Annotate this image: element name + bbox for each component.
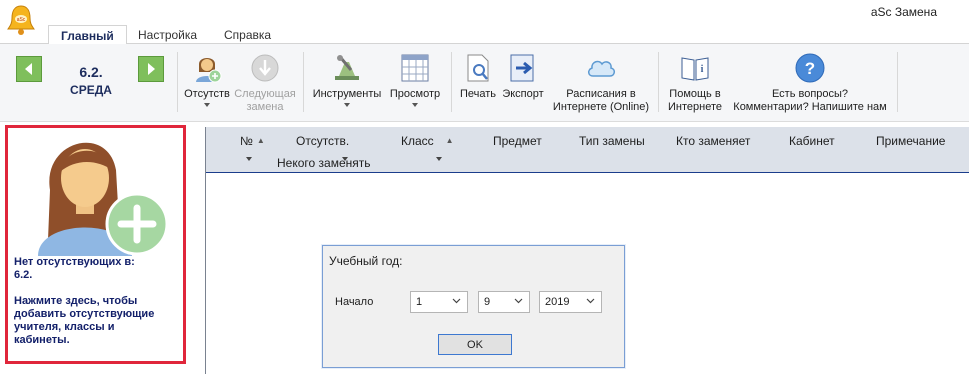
start-day-select[interactable]: 1 — [410, 291, 468, 313]
view-label: Просмотр — [389, 88, 441, 100]
ribbon-separator — [897, 52, 898, 112]
chevron-down-icon — [514, 298, 523, 304]
tab-settings[interactable]: Настройка — [126, 25, 209, 45]
tab-main[interactable]: Главный — [48, 25, 127, 45]
sort-asc-icon: ▲ — [256, 136, 265, 145]
no-absentees-message: Нет отсутствующих в: 6.2. — [14, 256, 179, 282]
svg-text:?: ? — [805, 59, 815, 78]
arrow-down-circle-icon — [251, 54, 279, 82]
ribbon-separator — [177, 52, 178, 112]
no-absentees-date: 6.2. — [14, 269, 33, 281]
online-label-1: Расписания в — [566, 88, 636, 100]
feedback-label-1: Есть вопросы? — [771, 88, 849, 100]
question-icon: ? — [795, 53, 825, 83]
export-button[interactable]: Экспорт — [500, 52, 546, 101]
online-help-label-1: Помощь в — [669, 88, 721, 100]
start-day-value: 1 — [416, 296, 423, 308]
feedback-button[interactable]: ? Есть вопросы? Комментарии? Напишите на… — [728, 52, 892, 114]
print-label: Печать — [459, 88, 497, 100]
next-day-button[interactable] — [138, 56, 164, 82]
svg-text:i: i — [701, 64, 704, 75]
tools-button[interactable]: Инструменты — [310, 52, 384, 107]
start-year-value: 2019 — [545, 296, 570, 308]
add-absentees-panel[interactable]: Нет отсутствующих в: 6.2. Нажмите здесь,… — [5, 125, 186, 364]
no-one-to-replace-label: Некого заменять — [277, 156, 371, 170]
next-substitution-label-2: замена — [246, 101, 284, 113]
print-preview-icon — [467, 54, 489, 82]
next-substitution-button[interactable]: Следующая замена — [233, 52, 297, 114]
ribbon-tab-bar: Главный Настройка Справка — [0, 22, 969, 45]
school-year-dialog: Учебный год: Начало 1 9 2019 OK — [322, 245, 625, 368]
substitutions-grid-header: № ▲ Отсутств. Класс ▲ Предмет Тип замены К… — [206, 127, 969, 173]
feedback-label-2: Комментарии? Напишите нам — [733, 101, 887, 113]
title-bar: aSc Замена — [0, 0, 969, 22]
cloud-icon — [588, 60, 615, 77]
window-title: aSc Замена — [870, 5, 937, 19]
start-month-select[interactable]: 9 — [478, 291, 530, 313]
view-button[interactable]: Просмотр — [385, 52, 445, 107]
online-help-button[interactable]: i Помощь в Интернете — [664, 52, 726, 114]
chevron-down-icon[interactable] — [436, 157, 442, 161]
current-weekday: СРЕДА — [70, 83, 112, 97]
column-subject[interactable]: Предмет — [493, 134, 542, 148]
chevron-down-icon — [344, 103, 350, 107]
column-class[interactable]: Класс ▲ — [401, 134, 454, 148]
print-button[interactable]: Печать — [456, 52, 500, 101]
chevron-down-icon[interactable] — [246, 157, 252, 161]
ribbon-separator — [451, 52, 452, 112]
column-substitution-type[interactable]: Тип замены — [579, 134, 645, 148]
ribbon-separator — [303, 52, 304, 112]
column-number[interactable]: № ▲ — [240, 134, 265, 148]
arrow-right-icon — [148, 63, 155, 75]
start-year-select[interactable]: 2019 — [539, 291, 602, 313]
no-absentees-line: Нет отсутствующих в: — [14, 256, 135, 268]
chevron-down-icon — [586, 298, 595, 304]
tools-icon — [335, 55, 359, 80]
sort-asc-icon: ▲ — [445, 136, 454, 145]
tab-help[interactable]: Справка — [212, 25, 283, 45]
start-label: Начало — [335, 296, 374, 308]
column-number-label: № — [240, 134, 253, 148]
app-window: aSc Замена aSc Главный Настройка Справка… — [0, 0, 969, 374]
current-date: 6.2. — [79, 64, 103, 80]
add-absentees-hint: Нажмите здесь, чтобы добавить отсутствую… — [14, 295, 179, 347]
teacher-avatar-icon — [38, 142, 169, 256]
column-absent[interactable]: Отсутств. — [296, 134, 349, 148]
export-icon — [510, 54, 534, 82]
hint-line-4: кабинеты. — [14, 334, 70, 346]
prev-day-button[interactable] — [16, 56, 42, 82]
tools-label: Инструменты — [312, 88, 382, 100]
help-book-icon: i — [681, 57, 709, 81]
column-class-label: Класс — [401, 134, 434, 148]
chevron-down-icon — [412, 103, 418, 107]
arrow-left-icon — [25, 63, 32, 75]
chevron-down-icon — [452, 298, 461, 304]
online-timetables-button[interactable]: Расписания в Интернете (Online) — [548, 52, 654, 114]
next-substitution-label-1: Следующая — [234, 88, 296, 100]
add-absent-person-icon — [196, 58, 222, 83]
column-room[interactable]: Кабинет — [789, 134, 835, 148]
ribbon-separator — [658, 52, 659, 112]
export-label: Экспорт — [502, 88, 544, 100]
hint-line-2: добавить отсутствующие — [14, 308, 155, 320]
hint-line-1: Нажмите здесь, чтобы — [14, 295, 138, 307]
hint-line-3: учителя, классы и — [14, 321, 115, 333]
dialog-title: Учебный год: — [329, 254, 403, 268]
column-substitute[interactable]: Кто заменяет — [676, 134, 750, 148]
online-label-2: Интернете (Online) — [552, 101, 650, 113]
ok-button[interactable]: OK — [438, 334, 512, 355]
grid-view-icon — [401, 54, 429, 82]
ribbon: 6.2. СРЕДА Отсутств Следующая замена Инс… — [0, 44, 969, 122]
online-help-label-2: Интернете — [668, 101, 722, 113]
absences-button[interactable]: Отсутств — [182, 52, 232, 107]
chevron-down-icon — [204, 103, 210, 107]
column-note[interactable]: Примечание — [876, 134, 945, 148]
absences-label: Отсутств — [184, 88, 230, 100]
start-month-value: 9 — [484, 296, 491, 308]
